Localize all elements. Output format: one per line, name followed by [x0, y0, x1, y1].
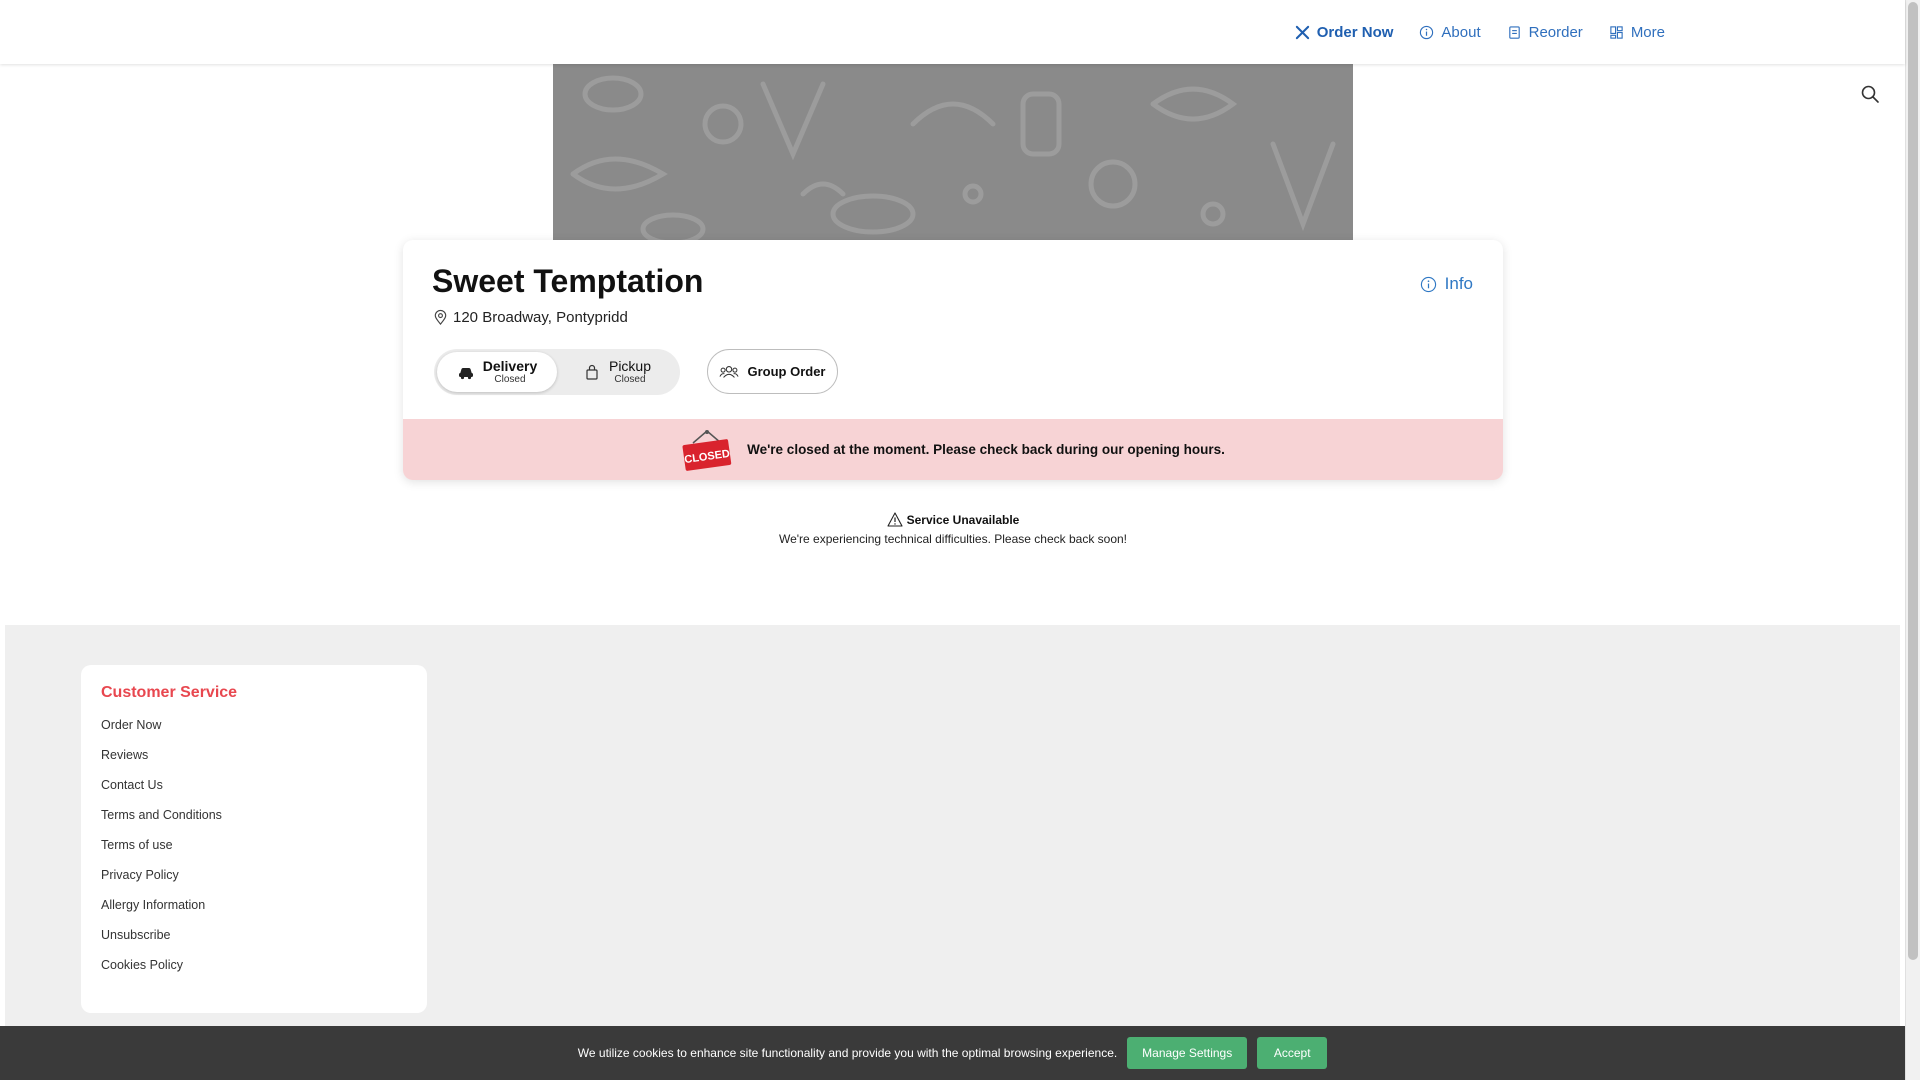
- delivery-status: Closed: [494, 374, 526, 386]
- fulfillment-toggle: Delivery Closed Pickup Closed: [434, 349, 680, 395]
- footer: Customer Service Order Now Reviews Conta…: [5, 625, 1900, 1080]
- footer-link-contact-us[interactable]: Contact Us: [101, 778, 222, 808]
- pickup-label: Pickup: [608, 357, 652, 374]
- restaurant-card: Sweet Temptation 120 Broadway, Pontyprid…: [403, 240, 1503, 480]
- closed-sign-icon: CLOSED: [682, 429, 732, 471]
- address-text: 120 Broadway, Pontypridd: [453, 309, 628, 326]
- restaurant-address: 120 Broadway, Pontypridd: [432, 309, 628, 326]
- nav-more-label: More: [1630, 23, 1665, 41]
- cookie-consent-bar: We utilize cookies to enhance site funct…: [0, 1026, 1905, 1080]
- food-pattern-image: [570, 75, 1336, 240]
- restaurant-name: Sweet Temptation: [432, 263, 704, 299]
- info-button[interactable]: Info: [1420, 274, 1473, 294]
- footer-link-terms-conditions[interactable]: Terms and Conditions: [101, 808, 222, 838]
- location-pin-icon: [434, 309, 447, 325]
- customer-service-title: Customer Service: [101, 684, 238, 701]
- scrollbar-thumb[interactable]: [1908, 2, 1918, 960]
- utensils-icon: [1295, 25, 1309, 39]
- customer-service-card: Customer Service Order Now Reviews Conta…: [81, 665, 427, 1013]
- search-icon: [1861, 85, 1879, 103]
- info-circle-icon: [1420, 25, 1434, 39]
- nav-more[interactable]: More: [1609, 24, 1665, 41]
- footer-link-terms-of-use[interactable]: Terms of use: [101, 838, 222, 868]
- group-icon: [719, 365, 740, 378]
- delivery-option[interactable]: Delivery Closed: [437, 352, 557, 392]
- nav-order-now-label: Order Now: [1316, 23, 1394, 41]
- accept-cookies-button[interactable]: Accept: [1257, 1037, 1328, 1069]
- footer-link-cookies-policy[interactable]: Cookies Policy: [101, 958, 222, 988]
- footer-link-order-now[interactable]: Order Now: [101, 718, 222, 748]
- service-title-row: Service Unavailable: [553, 512, 1353, 527]
- group-order-label: Group Order: [747, 364, 826, 379]
- top-bar: Order Now About Reorder More: [0, 0, 1905, 64]
- hero-banner: [553, 64, 1353, 240]
- footer-links: Order Now Reviews Contact Us Terms and C…: [101, 718, 222, 988]
- nav-order-now[interactable]: Order Now: [1295, 23, 1394, 41]
- manage-settings-button[interactable]: Manage Settings: [1127, 1037, 1248, 1069]
- service-status: Service Unavailable We're experiencing t…: [553, 512, 1353, 546]
- delivery-label: Delivery: [482, 357, 538, 374]
- nav-about-label: About: [1441, 23, 1481, 41]
- service-title: Service Unavailable: [906, 512, 1020, 527]
- footer-link-allergy-information[interactable]: Allergy Information: [101, 898, 222, 928]
- search-button[interactable]: [1860, 84, 1880, 104]
- nav-reorder-label: Reorder: [1528, 23, 1583, 41]
- closed-message: We're closed at the moment. Please check…: [747, 442, 1225, 457]
- pickup-option[interactable]: Pickup Closed: [557, 352, 677, 392]
- main-nav: Order Now About Reorder More: [1295, 0, 1665, 64]
- grid-icon: [1610, 25, 1623, 39]
- info-label: Info: [1444, 274, 1473, 293]
- nav-about[interactable]: About: [1419, 23, 1481, 41]
- info-circle-icon: [1420, 276, 1436, 292]
- receipt-icon: [1508, 25, 1520, 39]
- footer-link-reviews[interactable]: Reviews: [101, 748, 222, 778]
- warning-icon: [887, 512, 903, 527]
- closed-notice: CLOSED We're closed at the moment. Pleas…: [403, 419, 1503, 480]
- footer-link-privacy-policy[interactable]: Privacy Policy: [101, 868, 222, 898]
- service-message: We're experiencing technical difficultie…: [778, 532, 1128, 546]
- cookie-text: We utilize cookies to enhance site funct…: [577, 1046, 1118, 1060]
- car-icon: [458, 368, 473, 380]
- page-scrollbar[interactable]: [1905, 0, 1920, 1080]
- footer-link-unsubscribe[interactable]: Unsubscribe: [101, 928, 222, 958]
- pickup-status: Closed: [614, 374, 646, 386]
- group-order-button[interactable]: Group Order: [707, 349, 838, 394]
- shopping-bag-icon: [586, 364, 598, 380]
- nav-reorder[interactable]: Reorder: [1507, 24, 1583, 41]
